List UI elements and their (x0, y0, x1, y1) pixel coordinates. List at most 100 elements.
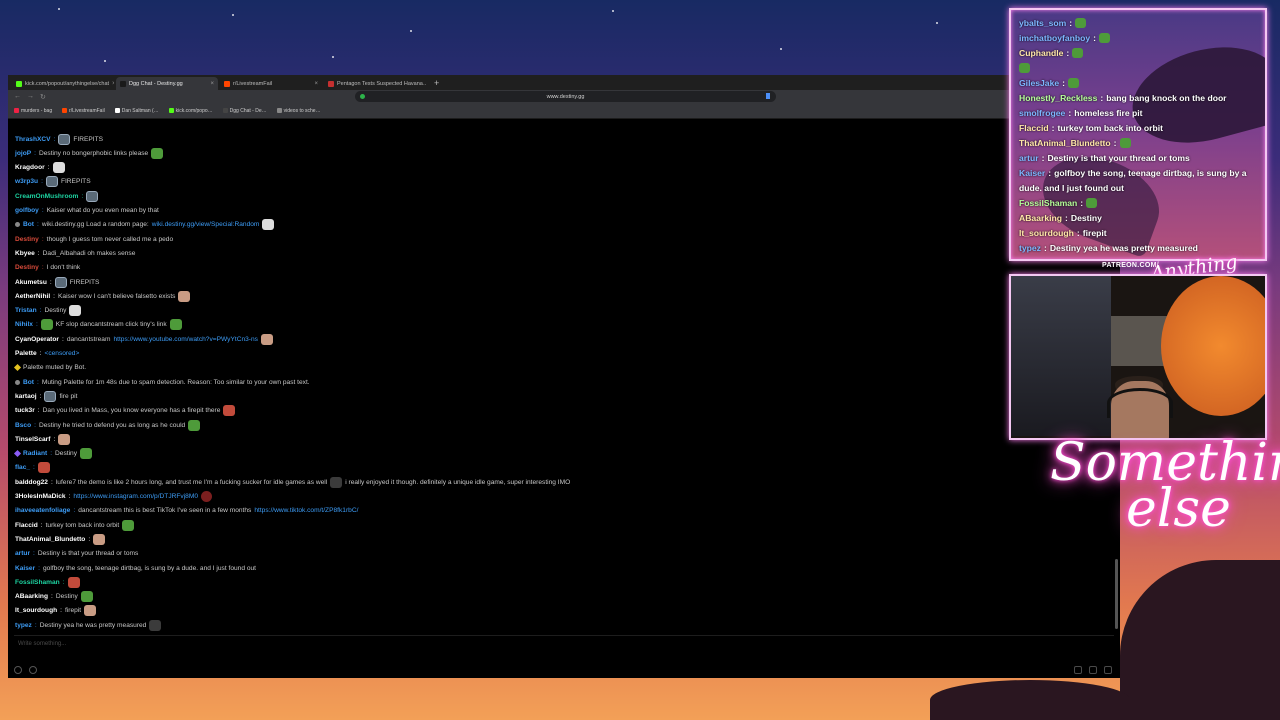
chat-message: 3HolesInMaDick: https://www.instagram.com… (15, 491, 213, 503)
chat-username[interactable]: Nihilx (15, 321, 33, 328)
close-tab-icon[interactable]: × (112, 81, 114, 87)
chat-username[interactable]: balddog22 (15, 479, 48, 486)
forward-icon[interactable]: → (27, 93, 34, 100)
chat-message: golfboy: Kaiser what do you even mean by … (15, 205, 159, 217)
chat-username[interactable]: Akumetsu (15, 279, 47, 286)
tab-bar: kick.com/popout/anythingelse/chat × Dgg Ch… (8, 75, 1120, 90)
chat-username[interactable]: Kaiser (15, 565, 35, 572)
chat-username[interactable]: It_sourdough (15, 607, 57, 614)
bookmark-icon[interactable] (766, 93, 770, 99)
chat-username[interactable]: ThatAnimal_Blundetto (15, 536, 85, 543)
chat-username[interactable]: ABaarking (15, 593, 48, 600)
users-icon[interactable] (29, 666, 37, 674)
scrollbar[interactable] (1115, 559, 1118, 629)
chat-username[interactable]: jojoP (15, 150, 31, 157)
close-tab-icon[interactable]: × (314, 81, 318, 87)
chat-message: It_sourdough: firepit (15, 605, 97, 617)
overlay-message: typez: Destiny yea he was pretty measured (1019, 243, 1198, 253)
chat-username[interactable]: AetherNihil (15, 293, 50, 300)
bookmark-item[interactable]: videos to sche… (276, 108, 321, 114)
chat-text: Destiny he tried to defend you as long a… (38, 421, 186, 429)
chat-username[interactable]: typez (15, 622, 32, 629)
chat-message: Palette: <censored> (15, 348, 79, 360)
back-icon[interactable]: ← (14, 93, 21, 100)
tab-favicon-icon (224, 80, 230, 87)
address-bar[interactable]: www.destiny.gg (355, 91, 776, 102)
browser-tab[interactable]: kick.com/popout/anythingelse/chat × (12, 77, 114, 90)
chat-link[interactable]: https://www.tiktok.com/t/ZP8fk1rbC/ (254, 507, 358, 514)
chat-username[interactable]: 3HolesInMaDick (15, 493, 66, 500)
browser-tab[interactable]: Pentagon Tests Suspected Havana…× (324, 77, 426, 90)
bookmark-item[interactable]: Dgg Chat - De… (222, 108, 267, 114)
chat-username[interactable]: Destiny (15, 236, 39, 243)
chat-username[interactable]: artur (15, 550, 30, 557)
chat-username[interactable]: tuck3r (15, 407, 35, 414)
chat-message: CyanOperator: dancantstream https://www.yo… (15, 333, 273, 345)
bookmark-item[interactable]: murders - bag (14, 108, 52, 114)
reload-icon[interactable]: ↻ (40, 93, 46, 101)
chat-username[interactable]: CreamOnMushroom (15, 193, 78, 200)
chat-text: Palette muted by Bot. (23, 364, 87, 372)
webcam-feed (1009, 274, 1267, 440)
chat-link[interactable]: https://www.youtube.com/watch?v=PWyYtCn3… (113, 336, 258, 343)
chat-colon: : (41, 264, 44, 272)
chat-message: flac_: (15, 462, 50, 474)
chat-input[interactable]: Write something... (14, 635, 1114, 651)
chat-message: Bot: Muting Palette for 1m 48s due to spa… (15, 376, 310, 388)
chat-username[interactable]: Radiant (23, 450, 47, 457)
chat-username[interactable]: CyanOperator (15, 336, 59, 343)
chat-text: FIREPITS (69, 278, 100, 286)
chat-message: ThatAnimal_Blundetto: (15, 533, 106, 545)
browser-tab[interactable]: Dgg Chat - Destiny.gg × (116, 77, 218, 90)
browser-tab[interactable]: r/LivestreamFail × (220, 77, 322, 90)
chat-link[interactable]: https://www.instagram.com/p/DTJRFvj8M0 (73, 493, 198, 500)
chat-username[interactable]: Destiny (15, 264, 39, 271)
chat-username[interactable]: Flaccid (15, 522, 38, 529)
chat-message: AetherNihil: Kaiser wow I can't believe f… (15, 290, 191, 302)
chat-username[interactable]: TinselScarf (15, 436, 50, 443)
chat-username[interactable]: w3rp3u (15, 178, 38, 185)
eye-icon[interactable] (1074, 666, 1082, 674)
chat-username[interactable]: Bsco (15, 422, 31, 429)
bookmark-label: murders - bag (21, 107, 53, 114)
overlay-colon: : (1064, 213, 1068, 223)
chat-colon: : (49, 278, 52, 286)
overlay-colon: : (1093, 33, 1097, 43)
new-tab-button[interactable]: + (428, 77, 445, 90)
chat-colon: : (81, 192, 84, 200)
emoji-icon[interactable] (14, 666, 22, 674)
emote-icon (58, 133, 71, 145)
chat-username[interactable]: FossilShaman (15, 579, 60, 586)
chat-username[interactable]: Tristan (15, 307, 37, 314)
chat-text: i really enjoyed it though. definitely a… (345, 478, 571, 486)
chat-username[interactable]: kartaoj (15, 393, 37, 400)
chat-username[interactable]: Palette (15, 350, 37, 357)
chat-message: ThrashXCV: FIREPITS (15, 133, 103, 145)
chat-username[interactable]: Kragdoor (15, 164, 45, 171)
emote-icon (1019, 63, 1030, 73)
chat-username[interactable]: golfboy (15, 207, 39, 214)
close-tab-icon[interactable]: × (210, 81, 214, 87)
users-list-icon[interactable] (1104, 666, 1112, 674)
bookmark-item[interactable]: r/LivestreamFail (62, 108, 105, 114)
chat-message: Bot: wiki.destiny.gg Load a random page: w… (15, 219, 275, 231)
bookmark-item[interactable]: kick.com/popo… (168, 108, 213, 114)
settings-icon[interactable] (1089, 666, 1097, 674)
chat-messages: ThrashXCV: FIREPITS jojoP: Destiny no bonge… (8, 119, 1116, 635)
chat-link[interactable]: wiki.destiny.gg/view/Special:Random (152, 221, 260, 228)
overlay-message: Flaccid: turkey tom back into orbit (1019, 123, 1163, 133)
chat-text: dancantstream this is best TikTok I've s… (78, 507, 252, 515)
chat-username[interactable]: Bot (23, 379, 34, 386)
emote-icon (151, 147, 164, 159)
chat-username[interactable]: ThrashXCV (15, 136, 51, 143)
emote-icon (1086, 198, 1098, 208)
overlay-text: Destiny (1070, 213, 1102, 223)
chat-username[interactable]: ihaveeatenfoliage (15, 507, 70, 514)
chat-text: <censored> (44, 350, 80, 357)
chat-username[interactable]: Kbyee (15, 250, 35, 257)
star (332, 56, 334, 58)
overlay-username: FossilShaman (1019, 198, 1078, 208)
bookmark-item[interactable]: Dan Saltman (… (114, 108, 159, 114)
chat-username[interactable]: Bot (23, 221, 34, 228)
chat-username[interactable]: flac_ (15, 464, 30, 471)
